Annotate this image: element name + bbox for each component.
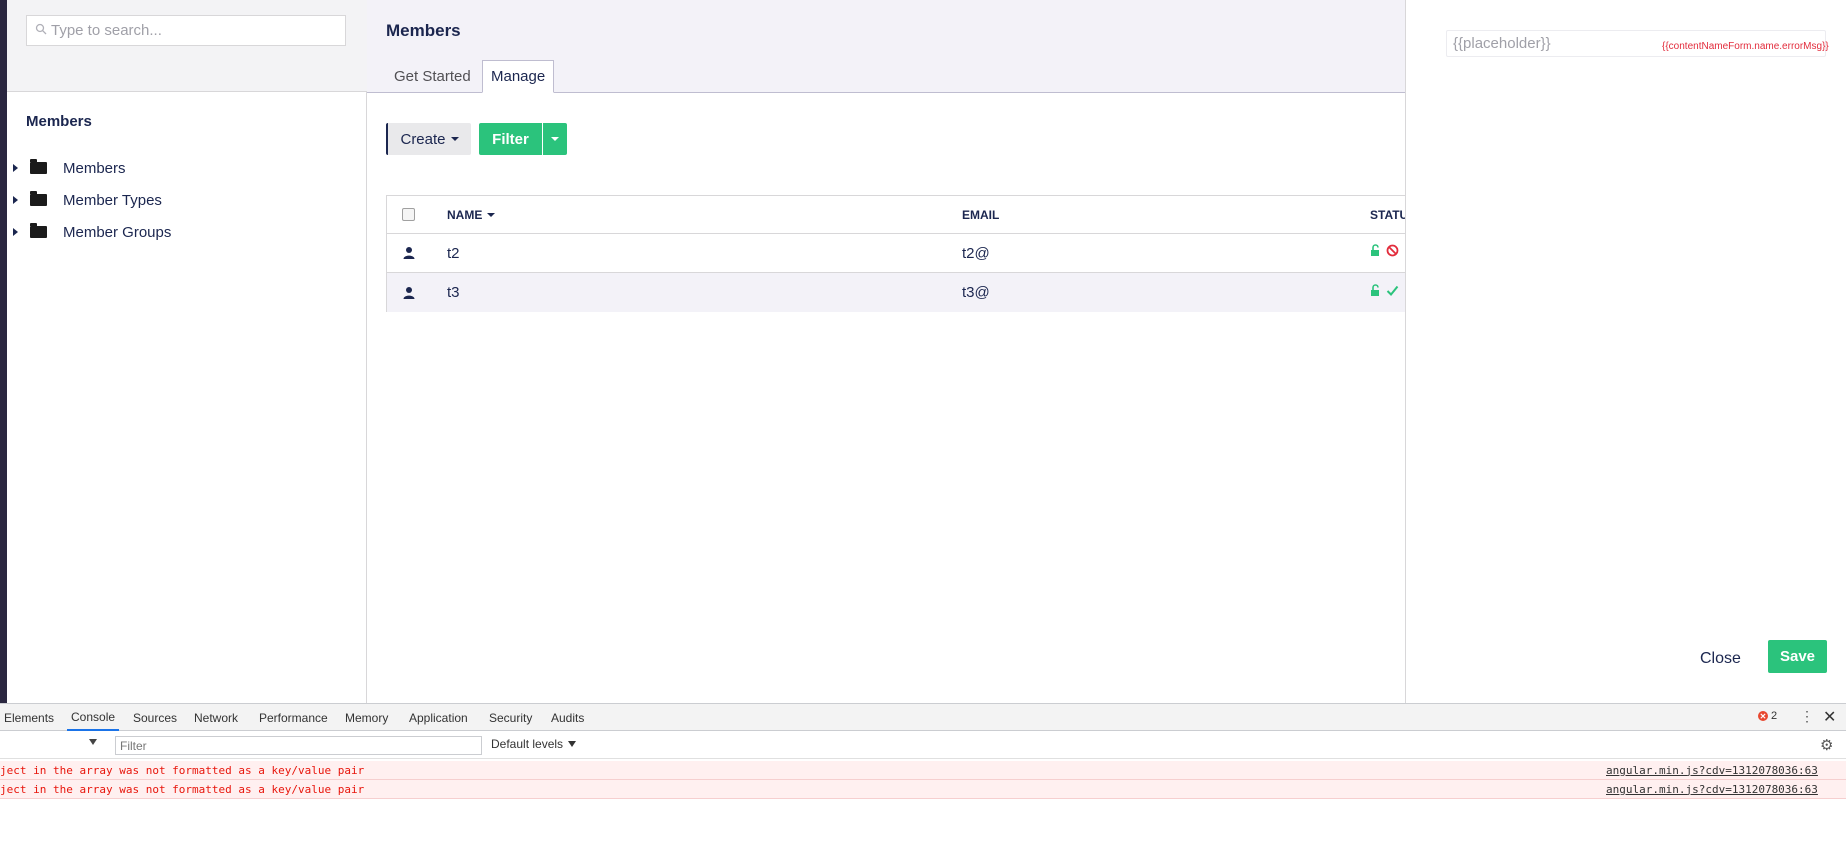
member-status	[1370, 283, 1399, 302]
tree-item-label: Member Groups	[63, 223, 172, 241]
tab-get-started[interactable]: Get Started	[386, 60, 479, 93]
member-name[interactable]: t2	[447, 245, 460, 262]
tree-item-members[interactable]: Members	[13, 154, 126, 182]
blocked-icon	[1386, 244, 1399, 262]
folder-icon	[30, 191, 47, 206]
console-error-row: ject in the array was not formatted as a…	[0, 761, 1846, 780]
log-levels-label: Default levels	[491, 737, 564, 751]
app-sidebar-strip	[0, 0, 7, 703]
folder-icon	[30, 159, 47, 174]
tree-item-member-groups[interactable]: Member Groups	[13, 218, 171, 246]
members-table: NAME EMAIL STATU t2 t2@ t3 t3@	[386, 195, 1408, 312]
column-header-status[interactable]: STATU	[1370, 208, 1408, 222]
member-status	[1370, 244, 1399, 262]
create-label: Create	[400, 130, 446, 148]
column-header-label: NAME	[447, 207, 483, 222]
devtools-tab-sources[interactable]: Sources	[129, 704, 181, 731]
folder-icon	[30, 223, 47, 238]
column-header-email[interactable]: EMAIL	[962, 208, 999, 222]
chevron-down-icon	[450, 137, 459, 141]
devtools-tab-network[interactable]: Network	[190, 704, 242, 731]
chevron-down-icon	[551, 137, 559, 141]
devtools-tab-application[interactable]: Application	[405, 704, 472, 731]
more-menu-icon[interactable]: ⋮	[1800, 708, 1814, 725]
error-count: 2	[1771, 710, 1778, 722]
devtools-panel: Elements Console Sources Network Perform…	[0, 703, 1846, 856]
member-name[interactable]: t3	[447, 284, 460, 301]
table-row[interactable]: t3 t3@	[387, 273, 1407, 312]
close-icon[interactable]: ✕	[1823, 707, 1836, 727]
member-icon	[402, 286, 416, 300]
expand-caret-icon[interactable]	[13, 196, 18, 204]
main-content: Members Get Started Manage Create Filter…	[367, 0, 1408, 703]
filter-dropdown-toggle[interactable]	[543, 123, 567, 155]
error-count-badge[interactable]: ✕ 2	[1758, 710, 1777, 722]
tree-panel: Type to search... Members Members Member…	[7, 0, 367, 703]
unlock-icon	[1370, 244, 1383, 262]
devtools-tab-performance[interactable]: Performance	[255, 704, 332, 731]
expand-caret-icon[interactable]	[13, 228, 18, 236]
member-email: t3@	[962, 284, 990, 301]
select-all-checkbox[interactable]	[402, 208, 415, 221]
close-button[interactable]: Close	[1700, 645, 1741, 673]
console-source-link[interactable]: angular.min.js?cdv=1312078036:63	[1606, 783, 1818, 796]
chevron-down-icon	[568, 741, 577, 747]
console-error-row: ject in the array was not formatted as a…	[0, 780, 1846, 799]
console-message: ject in the array was not formatted as a…	[0, 763, 365, 777]
devtools-tab-elements[interactable]: Elements	[0, 704, 58, 731]
create-button[interactable]: Create	[386, 123, 471, 155]
tab-manage[interactable]: Manage	[482, 60, 555, 93]
log-levels-dropdown[interactable]: Default levels	[491, 737, 577, 751]
column-header-name[interactable]: NAME	[447, 207, 496, 222]
editor-panel: {{placeholder}} {{contentNameForm.name.e…	[1405, 0, 1846, 703]
search-input[interactable]: Type to search...	[26, 15, 346, 46]
validation-message: {{contentNameForm.name.errorMsg}}	[1662, 41, 1829, 52]
unlock-icon	[1370, 283, 1383, 302]
devtools-tab-security[interactable]: Security	[485, 704, 536, 731]
save-button[interactable]: Save	[1768, 640, 1827, 673]
devtools-tab-memory[interactable]: Memory	[341, 704, 392, 731]
table-row[interactable]: t2 t2@	[387, 234, 1407, 273]
devtools-tab-audits[interactable]: Audits	[547, 704, 588, 731]
filter-button[interactable]: Filter	[479, 123, 542, 155]
search-area: Type to search...	[7, 0, 367, 92]
table-header-row: NAME EMAIL STATU	[387, 196, 1408, 234]
console-source-link[interactable]: angular.min.js?cdv=1312078036:63	[1606, 764, 1818, 777]
tree-item-label: Member Types	[63, 191, 162, 209]
search-icon	[35, 22, 51, 39]
tree-section-title: Members	[26, 113, 92, 130]
sort-desc-icon	[487, 212, 496, 217]
search-placeholder: Type to search...	[51, 22, 162, 39]
check-icon	[1386, 284, 1399, 302]
page-title: Members	[386, 21, 461, 40]
member-email: t2@	[962, 244, 990, 262]
gear-icon[interactable]: ⚙	[1820, 736, 1833, 754]
context-dropdown-icon[interactable]	[89, 739, 97, 745]
error-icon: ✕	[1758, 711, 1768, 721]
console-toolbar: Filter Default levels ⚙	[0, 731, 1846, 759]
tree-item-label: Members	[63, 159, 126, 177]
devtools-tab-bar: Elements Console Sources Network Perform…	[0, 704, 1846, 731]
main-header: Members Get Started Manage	[367, 0, 1406, 93]
tree-item-member-types[interactable]: Member Types	[13, 186, 162, 214]
devtools-tab-console[interactable]: Console	[67, 704, 120, 731]
expand-caret-icon[interactable]	[13, 164, 18, 172]
console-message: ject in the array was not formatted as a…	[0, 782, 365, 796]
member-icon	[402, 246, 416, 260]
console-filter-input[interactable]: Filter	[115, 736, 482, 755]
